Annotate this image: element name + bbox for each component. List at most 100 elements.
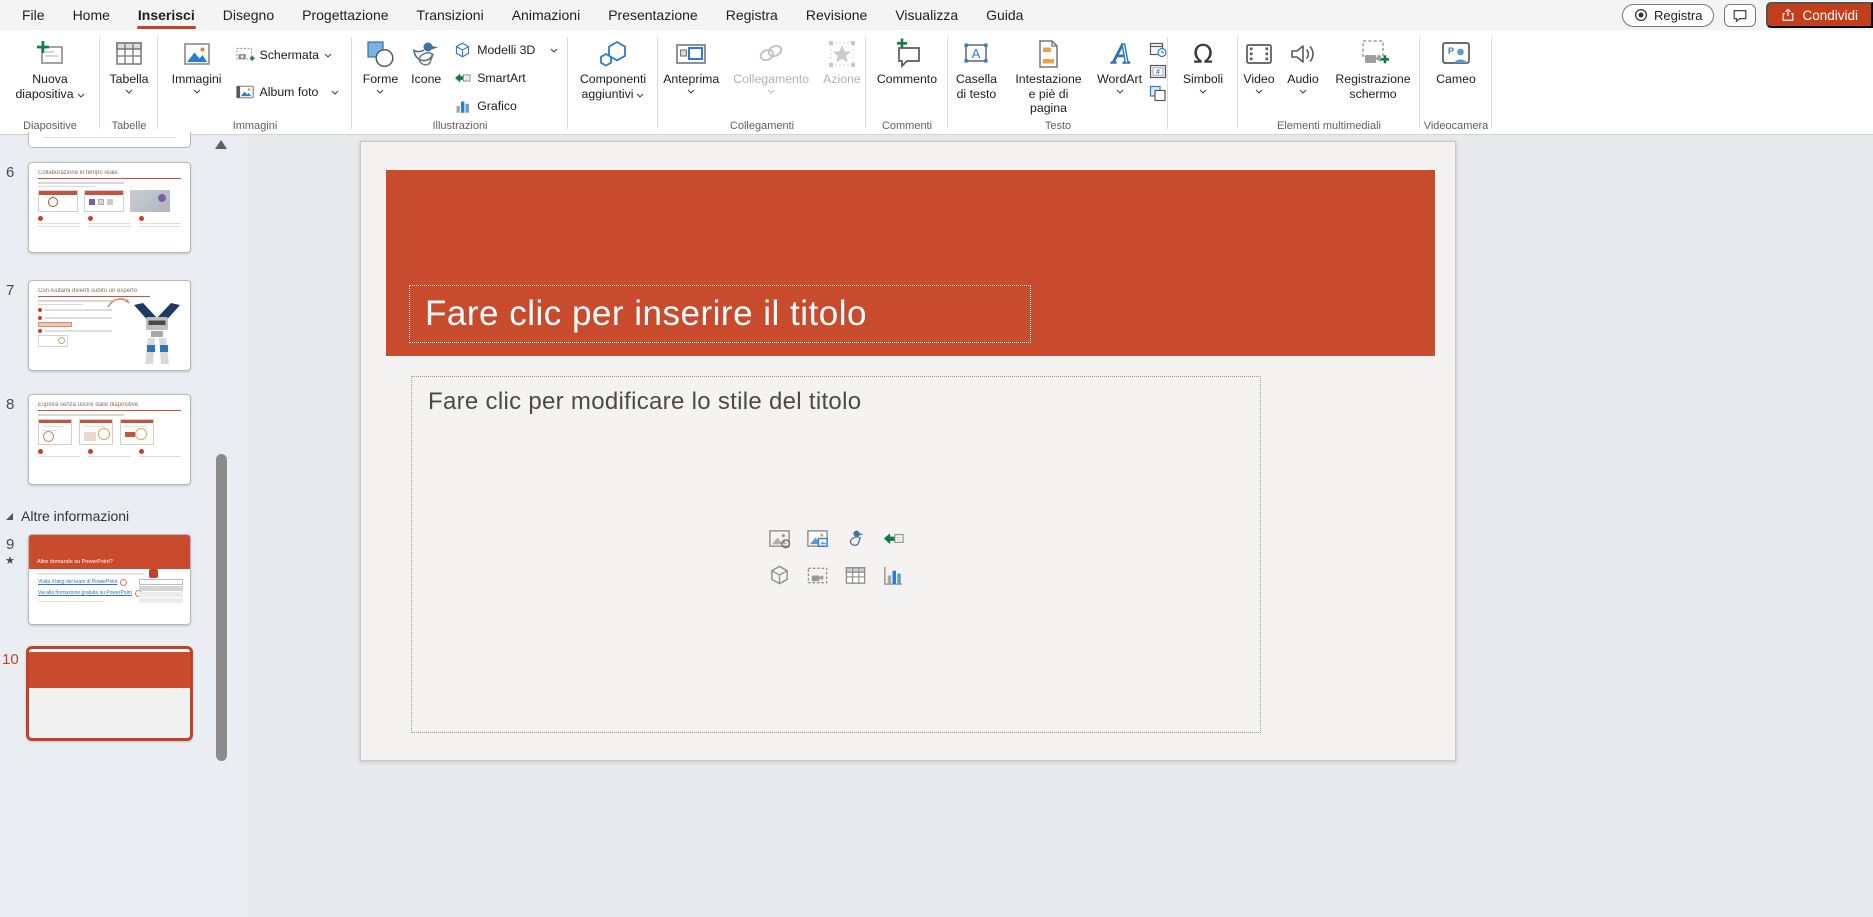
chevron-down-icon [550, 48, 558, 53]
audio-button[interactable]: Audio [1282, 34, 1324, 97]
text-box-icon: A [960, 35, 992, 72]
group-testo: A Casella di testo Intestazione e piè di… [948, 30, 1168, 134]
smartart-button[interactable]: SmartArt [449, 67, 530, 89]
date-time-icon [1149, 41, 1167, 58]
action-button[interactable]: Azione [818, 34, 866, 88]
insert-table-button[interactable] [842, 562, 868, 588]
content-placeholder-prompt: Fare clic per modificare lo stile del ti… [412, 377, 1260, 416]
video-button[interactable]: Video [1238, 34, 1280, 97]
add-ins-button[interactable]: Componenti aggiuntivi [568, 34, 658, 102]
icons-button[interactable]: Icone [405, 34, 447, 88]
slide-number-icon: # [1149, 64, 1167, 79]
thumbnail-graphics [139, 579, 183, 604]
group-label-diapositive: Diapositive [0, 120, 100, 132]
tab-registra[interactable]: Registra [712, 0, 792, 30]
thumbnail-banner: Altre domande su PowerPoint? [29, 535, 190, 569]
group-elementi-multimediali: Video Audio Registrazione schermo Elemen… [1238, 30, 1420, 134]
slide-number: 8 [6, 396, 14, 413]
group-tabelle: Tabella Tabelle [100, 30, 158, 134]
comment-plus-icon [890, 35, 924, 72]
slide-thumbnail-8[interactable]: Esplora senza uscire dalle diapositive [28, 394, 191, 485]
tab-guida[interactable]: Guida [972, 0, 1037, 30]
pictures-button[interactable]: Immagini [167, 34, 227, 97]
insert-smartart-button[interactable] [880, 525, 906, 551]
chart-icon [453, 97, 472, 115]
date-time-button[interactable] [1148, 40, 1168, 58]
insert-object-button[interactable] [1148, 84, 1168, 102]
insert-stock-images-button[interactable] [766, 525, 792, 551]
shapes-button[interactable]: Forme [358, 34, 404, 97]
link-button[interactable]: Collegamento [728, 34, 814, 97]
slide-number-button[interactable]: # [1148, 62, 1168, 80]
tab-revisione[interactable]: Revisione [792, 0, 881, 30]
tab-inserisci[interactable]: Inserisci [124, 0, 209, 30]
comment-bubble-icon [1732, 8, 1748, 23]
scrollbar-thumb[interactable] [216, 454, 227, 761]
screen-recording-button[interactable]: Registrazione schermo [1326, 34, 1420, 102]
new-slide-icon [34, 35, 66, 72]
svg-text:#: # [1156, 69, 1160, 76]
video-icon [1243, 35, 1275, 72]
tab-file[interactable]: File [8, 0, 59, 30]
tab-progettazione[interactable]: Progettazione [288, 0, 402, 30]
tab-animazioni[interactable]: Animazioni [498, 0, 594, 30]
record-button[interactable]: Registra [1622, 4, 1714, 27]
insert-3d-model-button[interactable] [766, 562, 792, 588]
chart-button[interactable]: Grafico [449, 95, 521, 117]
group-diapositive: Nuova diapositiva Diapositive [0, 30, 100, 134]
slide-banner: Fare clic per inserire il titolo [386, 170, 1435, 356]
group-simboli: Ω Simboli [1168, 30, 1238, 134]
insert-icon-button[interactable] [842, 525, 868, 551]
slide-thumbnail-10-selected[interactable] [26, 646, 193, 741]
wordart-button[interactable]: A WordArt [1092, 34, 1147, 97]
insert-video-button[interactable] [804, 562, 830, 588]
table-button[interactable]: Tabella [105, 34, 154, 97]
slide-number: 7 [6, 282, 14, 299]
svg-text:A: A [972, 46, 981, 61]
symbols-button[interactable]: Ω Simboli [1178, 34, 1228, 97]
section-collapse-icon [6, 513, 13, 520]
text-box-button[interactable]: A Casella di testo [948, 34, 1005, 102]
shapes-icon [364, 35, 396, 72]
ribbon-tabs: File Home Inserisci Disegno Progettazion… [0, 0, 1037, 30]
insert-chart-button[interactable] [880, 562, 906, 588]
slide-thumbnail-5-partial[interactable] [28, 132, 191, 148]
tab-disegno[interactable]: Disegno [209, 0, 288, 30]
tab-presentazione[interactable]: Presentazione [594, 0, 712, 30]
share-button[interactable]: Condividi [1766, 2, 1873, 28]
new-comment-button[interactable]: Commento [872, 34, 942, 88]
section-header-altre-informazioni[interactable]: Altre informazioni [6, 508, 129, 524]
wordart-icon: A [1104, 35, 1136, 72]
scrollbar-up-arrow[interactable] [215, 140, 227, 149]
table-icon [113, 35, 145, 72]
workspace: 6 Collaborazione in tempo reale 7 [0, 136, 1873, 917]
tab-home[interactable]: Home [59, 0, 124, 30]
cameo-button[interactable]: P Cameo [1431, 34, 1481, 88]
group-label-testo: Testo [948, 120, 1168, 132]
title-placeholder[interactable]: Fare clic per inserire il titolo [409, 285, 1031, 343]
pictures-icon [181, 35, 213, 72]
group-componenti-aggiuntivi: Componenti aggiuntivi [568, 30, 658, 134]
svg-text:P: P [1448, 46, 1454, 56]
add-ins-icon [596, 35, 630, 72]
photo-album-button[interactable]: Album foto [231, 81, 344, 103]
content-placeholder[interactable]: Fare clic per modificare lo stile del ti… [411, 376, 1261, 733]
slide-thumbnail-6[interactable]: Collaborazione in tempo reale [28, 162, 191, 253]
link-icon [754, 35, 788, 72]
insert-pictures-button[interactable] [804, 525, 830, 551]
new-slide-button[interactable]: Nuova diapositiva [2, 34, 98, 102]
screenshot-button[interactable]: Schermata [231, 44, 336, 66]
slide-thumbnail-9[interactable]: Altre domande su PowerPoint? Visita il b… [28, 534, 191, 625]
tab-visualizza[interactable]: Visualizza [881, 0, 972, 30]
3d-models-button[interactable]: Modelli 3D [449, 39, 562, 61]
slide-thumbnail-7[interactable]: Con Aiutami diventi subito un esperto [28, 280, 191, 371]
thumbnail-graphics [38, 419, 181, 445]
tab-transizioni[interactable]: Transizioni [403, 0, 498, 30]
zoom-preview-button[interactable]: Anteprima [658, 34, 724, 97]
slide-thumbnail-panel: 6 Collaborazione in tempo reale 7 [0, 136, 248, 917]
group-label-immagini: Immagini [158, 120, 352, 132]
3d-model-icon [453, 41, 472, 59]
slide-number: 9 [6, 536, 14, 553]
header-footer-button[interactable]: Intestazione e piè di pagina [1006, 34, 1091, 117]
comments-button[interactable] [1724, 4, 1756, 27]
